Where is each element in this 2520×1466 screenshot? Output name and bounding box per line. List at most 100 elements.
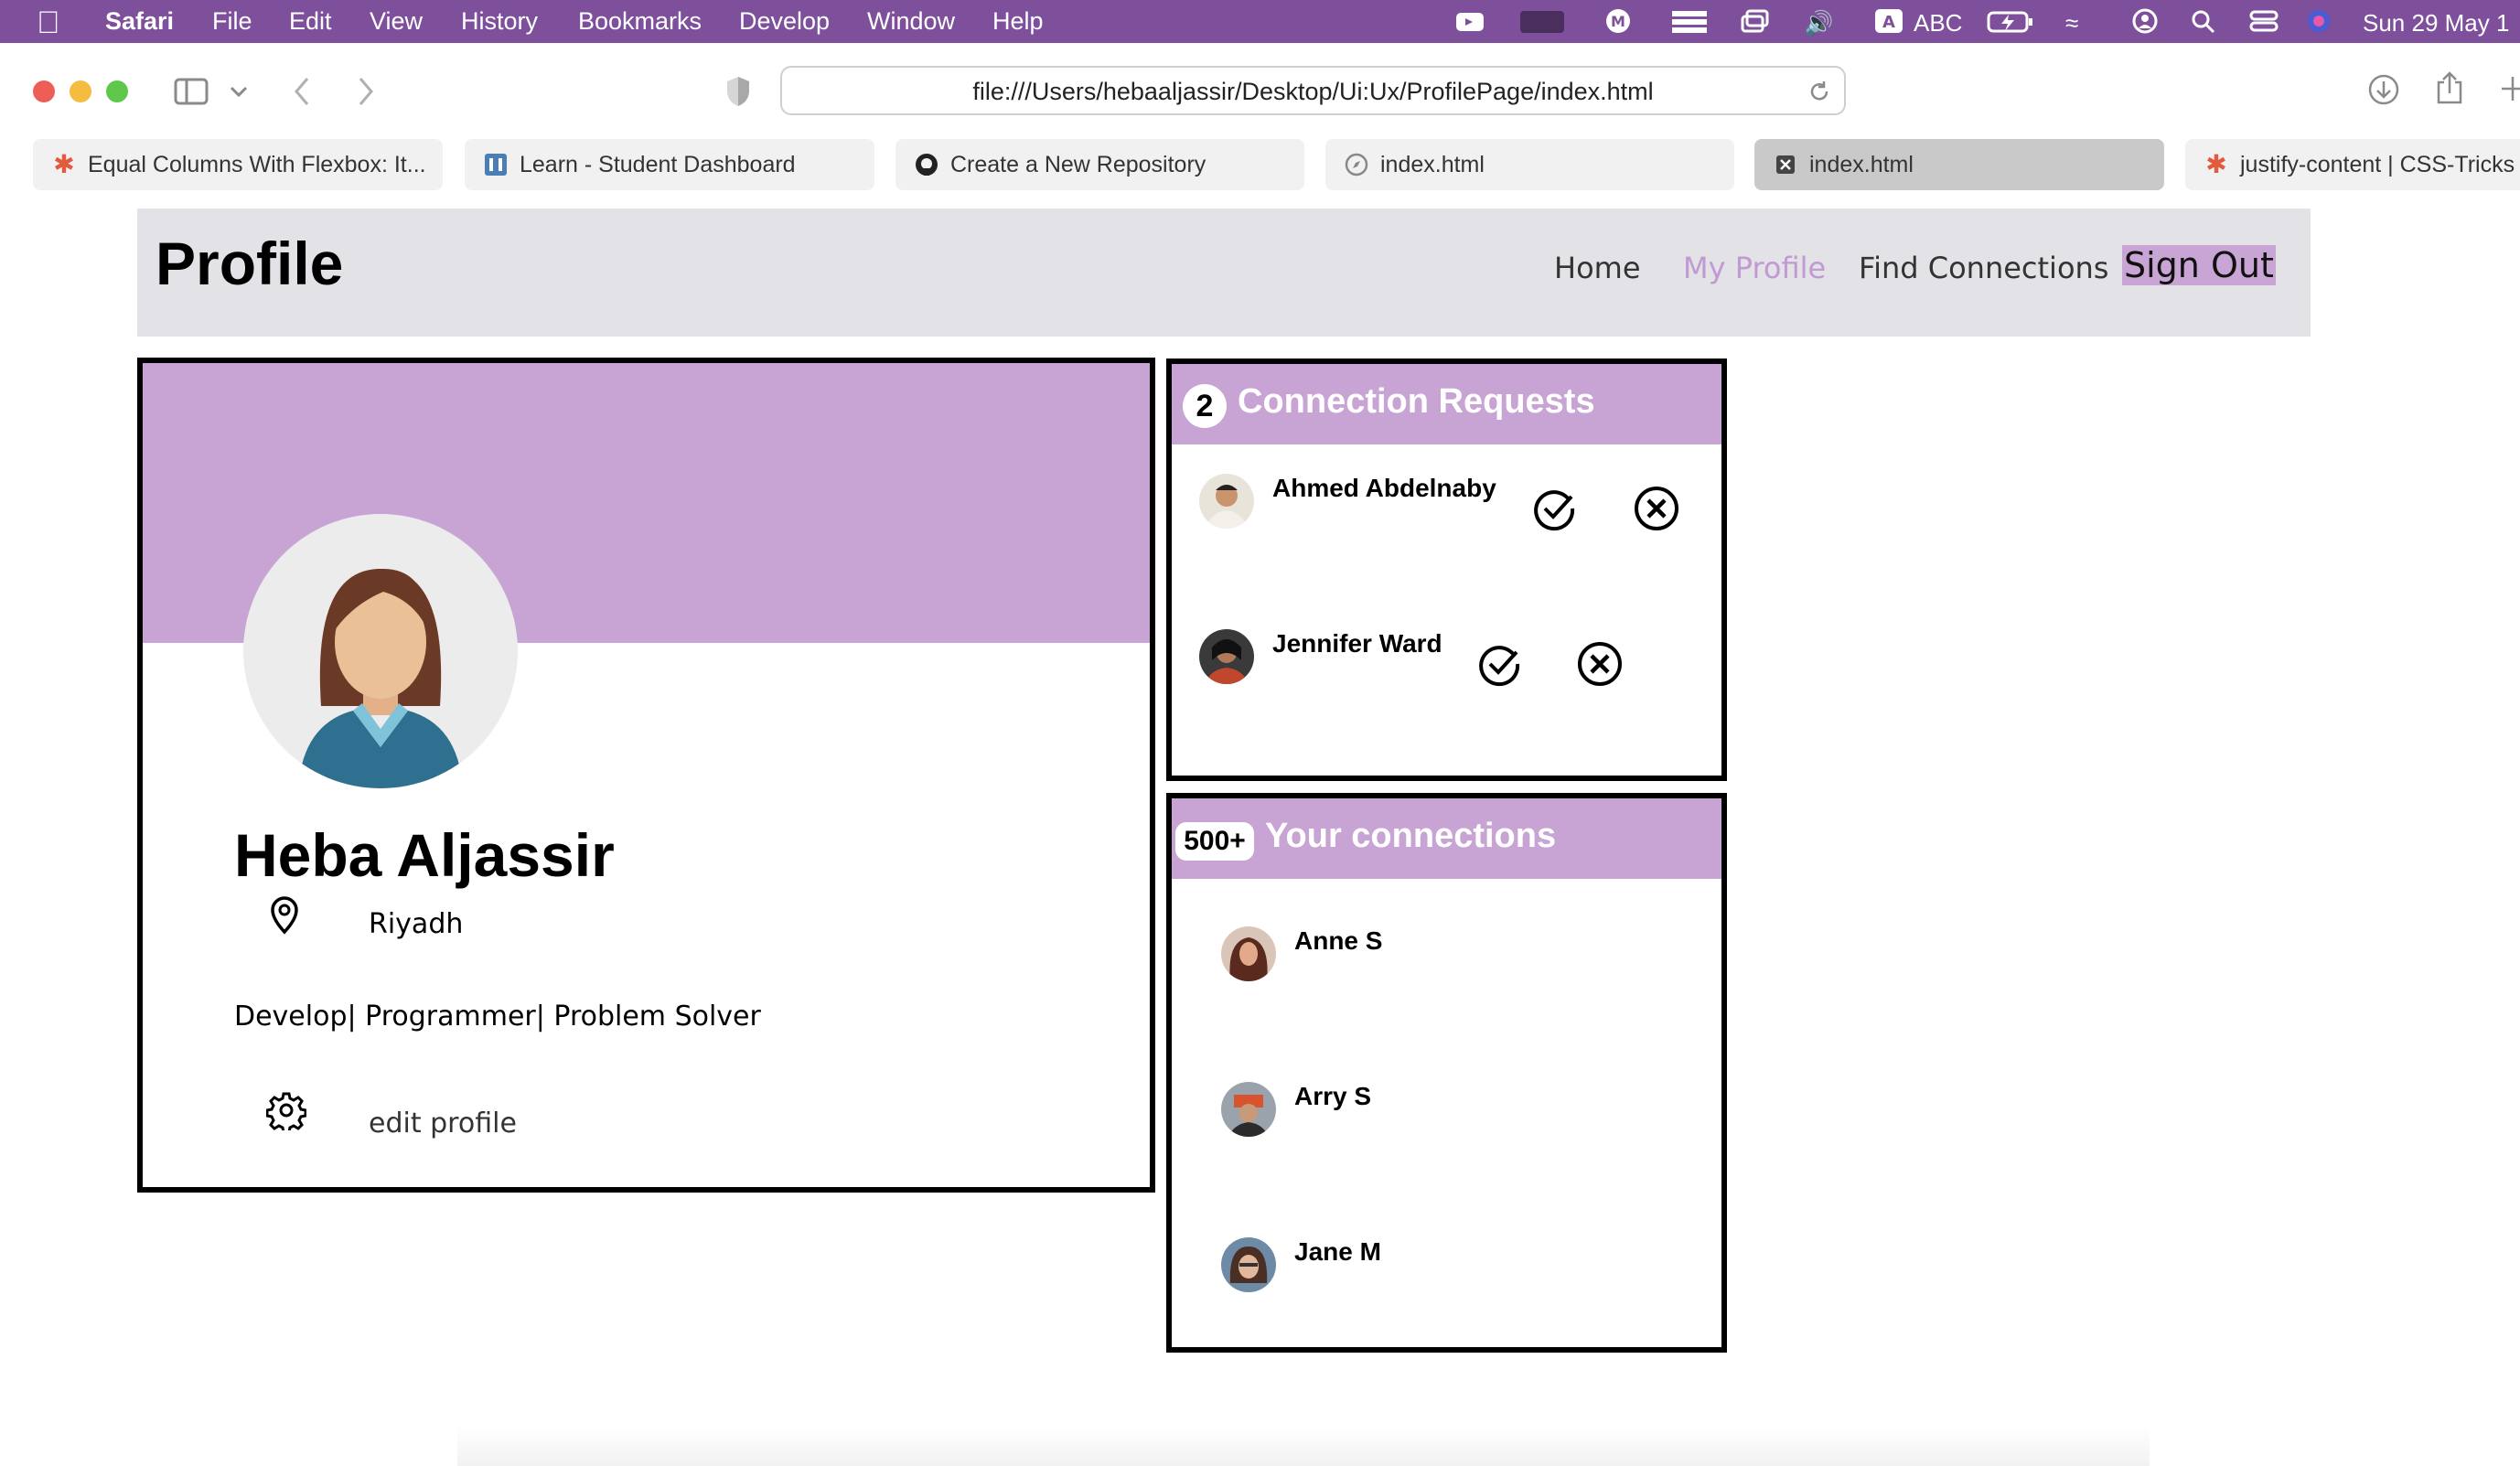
- profile-name: Heba Aljassir: [234, 821, 615, 889]
- avatar: [1221, 1082, 1276, 1137]
- learn-dashboard-icon: [485, 154, 507, 176]
- tab-index-html-1[interactable]: index.html: [1325, 139, 1734, 190]
- avatar: [1221, 1237, 1276, 1292]
- decline-x-icon[interactable]: [1574, 638, 1625, 690]
- connection-name: Anne S: [1294, 926, 1383, 955]
- address-bar-url[interactable]: file:///Users/hebaaljassir/Desktop/Ui:Ux…: [782, 78, 1844, 106]
- tab-label: Create a New Repository: [950, 152, 1206, 177]
- screen-record-icon[interactable]: [1518, 7, 1566, 35]
- request-name: Jennifer Ward: [1272, 629, 1442, 658]
- menu-file[interactable]: File: [212, 7, 252, 36]
- keyboard-input-icon[interactable]: A: [1873, 7, 1904, 35]
- volume-icon[interactable]: 🔊: [1804, 9, 1833, 37]
- request-row: Ahmed Abdelnaby: [1172, 474, 1721, 547]
- nav-my-profile-link[interactable]: My Profile: [1683, 251, 1826, 285]
- your-connections-card: 500+ Your connections Anne S Arry S Jane…: [1166, 793, 1727, 1353]
- tab-label: Learn - Student Dashboard: [520, 152, 796, 177]
- css-tricks-star-icon: ✱: [2205, 150, 2227, 178]
- connection-row[interactable]: Arry S: [1172, 1082, 1721, 1155]
- close-tab-icon[interactable]: [1773, 152, 1798, 177]
- location-pin-icon: [271, 896, 298, 935]
- requests-title: Connection Requests: [1238, 382, 1595, 421]
- facetime-icon[interactable]: [1454, 7, 1485, 35]
- compass-icon: [1345, 153, 1368, 177]
- profile-card: Heba Aljassir Riyadh Develop| Programmer…: [137, 358, 1155, 1193]
- connection-requests-header: 2 Connection Requests: [1172, 364, 1721, 444]
- tab-label: index.html: [1380, 152, 1485, 177]
- clock-datetime[interactable]: Sun 29 May 1: [2363, 9, 2509, 37]
- gear-icon[interactable]: [266, 1090, 306, 1130]
- tab-new-repository[interactable]: Create a New Repository: [895, 139, 1304, 190]
- new-tab-icon[interactable]: [2502, 75, 2520, 102]
- control-center-icon[interactable]: [2248, 7, 2279, 35]
- menu-bookmarks[interactable]: Bookmarks: [578, 7, 702, 36]
- profile-bio: Develop| Programmer| Problem Solver: [234, 1001, 761, 1033]
- menu-develop[interactable]: Develop: [739, 7, 830, 36]
- profile-location: Riyadh: [369, 908, 464, 940]
- tab-label: index.html: [1809, 152, 1914, 177]
- connection-row[interactable]: Anne S: [1172, 926, 1721, 1000]
- request-name: Ahmed Abdelnaby: [1272, 474, 1496, 502]
- stack-icon[interactable]: [1670, 7, 1709, 35]
- request-row: Jennifer Ward: [1172, 629, 1721, 702]
- connections-count-badge: 500+: [1175, 822, 1254, 861]
- sidebar-toggle-icon[interactable]: [174, 77, 209, 106]
- battery-icon[interactable]: [1987, 7, 2034, 35]
- reload-icon[interactable]: [1807, 80, 1831, 103]
- menu-window[interactable]: Window: [867, 7, 955, 36]
- accept-check-icon[interactable]: [1528, 483, 1580, 534]
- tab-justify-content[interactable]: ✱ justify-content | CSS-Tricks: [2185, 139, 2520, 190]
- tab-equal-columns[interactable]: ✱ Equal Columns With Flexbox: It...: [33, 139, 443, 190]
- page-bottom-fade: [457, 1427, 2150, 1466]
- nav-find-connections-link[interactable]: Find Connections: [1859, 251, 2108, 285]
- connection-requests-card: 2 Connection Requests Ahmed Abdelnaby Je…: [1166, 358, 1727, 781]
- avatar: [1199, 474, 1254, 529]
- tab-student-dashboard[interactable]: Learn - Student Dashboard: [465, 139, 874, 190]
- connection-name: Arry S: [1294, 1082, 1372, 1110]
- profile-avatar: [243, 514, 518, 788]
- wifi-icon[interactable]: ≈: [2065, 9, 2078, 37]
- input-source-label[interactable]: ABC: [1914, 9, 1962, 37]
- menu-app-name[interactable]: Safari: [105, 7, 174, 36]
- connection-row[interactable]: Jane M: [1172, 1237, 1721, 1311]
- address-bar[interactable]: file:///Users/hebaaljassir/Desktop/Ui:Ux…: [780, 66, 1846, 115]
- menu-view[interactable]: View: [370, 7, 423, 36]
- forward-arrow-icon[interactable]: [355, 75, 377, 108]
- accept-check-icon[interactable]: [1474, 638, 1525, 690]
- menu-history[interactable]: History: [461, 7, 538, 36]
- window-minimize-button[interactable]: [70, 80, 91, 102]
- connections-header: 500+ Your connections: [1172, 798, 1721, 879]
- menu-help[interactable]: Help: [992, 7, 1044, 36]
- siri-icon[interactable]: [2303, 7, 2334, 35]
- window-icon[interactable]: [1740, 7, 1771, 35]
- sign-out-link[interactable]: Sign Out: [2122, 245, 2276, 285]
- decline-x-icon[interactable]: [1631, 483, 1682, 534]
- connection-name: Jane M: [1294, 1237, 1381, 1266]
- window-zoom-button[interactable]: [106, 80, 128, 102]
- css-tricks-star-icon: ✱: [53, 150, 75, 178]
- window-close-button[interactable]: [33, 80, 55, 102]
- m-app-icon[interactable]: M: [1603, 7, 1634, 35]
- privacy-shield-icon[interactable]: [724, 75, 752, 108]
- share-icon[interactable]: [2435, 70, 2464, 106]
- tab-index-html-active[interactable]: index.html: [1754, 139, 2164, 190]
- chevron-down-icon[interactable]: [229, 84, 249, 99]
- page-header: Profile Home My Profile Find Connections…: [137, 209, 2311, 337]
- svg-text:A: A: [1882, 13, 1895, 32]
- tab-label: Equal Columns With Flexbox: It...: [88, 152, 426, 177]
- requests-count-badge: 2: [1183, 384, 1227, 428]
- page-title: Profile: [155, 230, 344, 297]
- github-icon: [916, 154, 938, 176]
- back-arrow-icon[interactable]: [291, 75, 313, 108]
- svg-text:M: M: [1611, 13, 1625, 30]
- avatar: [1199, 629, 1254, 684]
- apple-menu-icon[interactable]: : [37, 5, 60, 41]
- menu-edit[interactable]: Edit: [289, 7, 332, 36]
- avatar: [1221, 926, 1276, 981]
- edit-profile-link[interactable]: edit profile: [369, 1108, 517, 1140]
- nav-home-link[interactable]: Home: [1554, 251, 1641, 285]
- spotlight-search-icon[interactable]: [2188, 7, 2219, 35]
- user-account-icon[interactable]: [2129, 7, 2161, 35]
- connections-title: Your connections: [1265, 817, 1557, 855]
- downloads-icon[interactable]: [2367, 73, 2400, 106]
